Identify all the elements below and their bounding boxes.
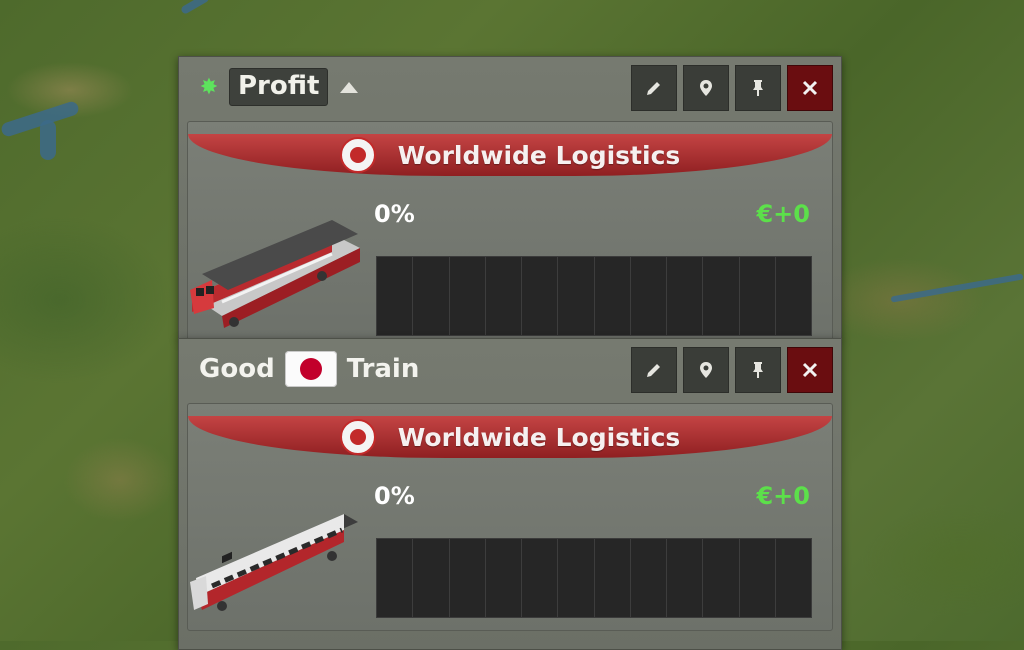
title-suffix: Train (346, 354, 420, 384)
company-banner: Worldwide Logistics (188, 416, 832, 458)
company-logo-icon (339, 137, 376, 173)
river (890, 273, 1024, 303)
location-pin-icon (700, 80, 712, 96)
river (180, 0, 210, 15)
pin-button[interactable] (735, 65, 781, 111)
profit-graph (376, 256, 812, 336)
close-button[interactable] (787, 65, 833, 111)
profit-value: €+0 (756, 200, 810, 228)
pin-button[interactable] (735, 347, 781, 393)
close-button[interactable] (787, 347, 833, 393)
title-prefix: Good (199, 354, 275, 384)
profit-graph (376, 538, 812, 618)
company-logo-icon (339, 419, 376, 455)
reliability-percent: 0% (374, 200, 415, 228)
pushpin-icon (753, 362, 763, 378)
locate-button[interactable] (683, 347, 729, 393)
vehicle-list-window-2[interactable]: Good Train Worldwide Logistics 0% €+0 (178, 338, 842, 650)
star-icon: ✸ (199, 74, 219, 100)
vehicle-list-window[interactable]: ✸ Profit Worldwide Logistics 0% €+0 (178, 56, 842, 341)
reliability-percent: 0% (374, 482, 415, 510)
company-banner: Worldwide Logistics (188, 134, 832, 176)
window-titlebar[interactable]: ✸ Profit (179, 57, 841, 117)
sort-profit-button[interactable]: Profit (229, 68, 329, 106)
pushpin-icon (753, 80, 763, 96)
close-icon (802, 80, 818, 96)
company-name: Worldwide Logistics (397, 422, 681, 452)
locomotive-icon (190, 220, 360, 328)
close-icon (802, 362, 818, 378)
locate-button[interactable] (683, 65, 729, 111)
japan-flag-icon (284, 351, 337, 387)
rename-button[interactable] (631, 65, 677, 111)
vehicle-card[interactable]: Worldwide Logistics 0% €+0 (187, 121, 833, 341)
window-titlebar[interactable]: Good Train (179, 339, 841, 399)
pencil-icon (647, 364, 660, 377)
profit-value: €+0 (756, 482, 810, 510)
vehicle-card[interactable]: Worldwide Logistics 0% €+0 (187, 403, 833, 631)
rename-button[interactable] (631, 347, 677, 393)
pencil-icon (647, 82, 660, 95)
river (40, 120, 56, 160)
sort-ascending-icon[interactable] (340, 81, 359, 93)
location-pin-icon (700, 362, 712, 378)
company-name: Worldwide Logistics (397, 140, 681, 170)
train-car-icon (190, 514, 358, 611)
